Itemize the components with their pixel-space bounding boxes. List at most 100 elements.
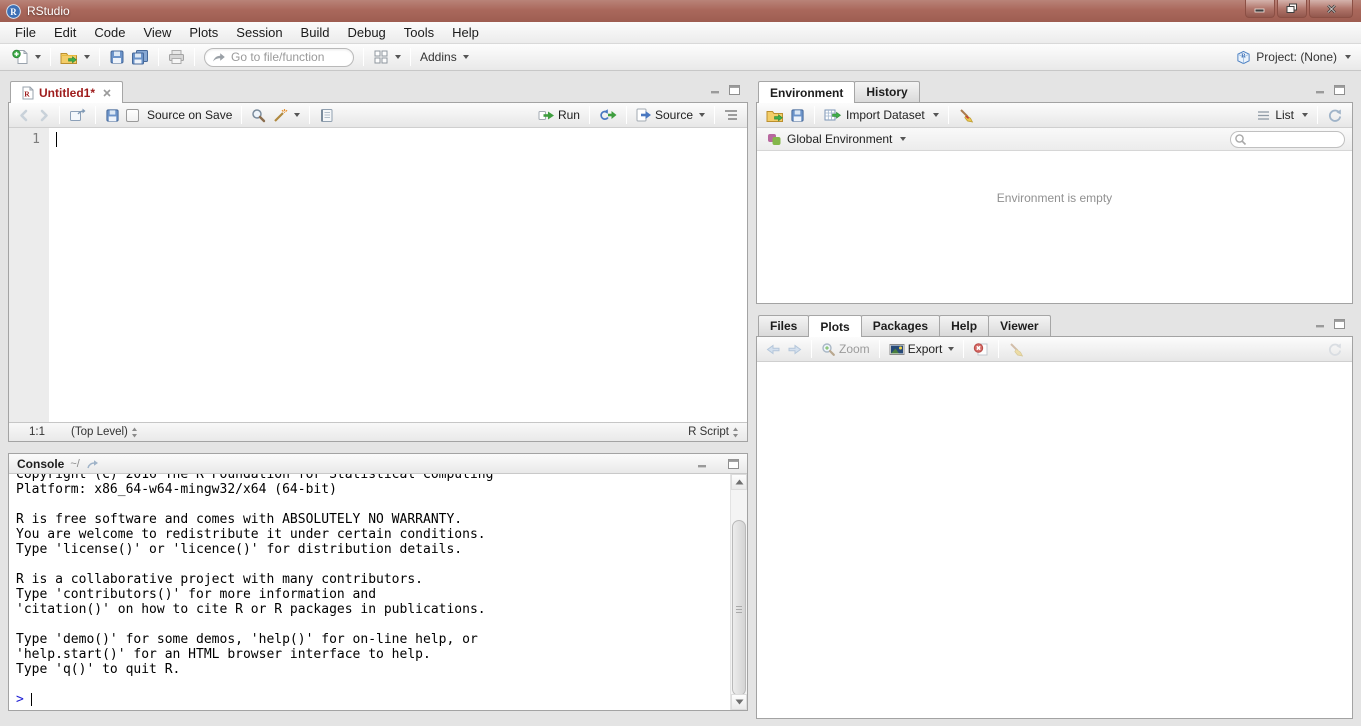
grid-icon: [373, 49, 389, 65]
minimize-pane-icon[interactable]: [697, 459, 708, 469]
minimize-pane-icon[interactable]: [710, 85, 721, 95]
scroll-down-button[interactable]: [731, 694, 747, 710]
close-button[interactable]: [1309, 0, 1353, 18]
environment-search-input[interactable]: [1230, 131, 1345, 148]
project-selector[interactable]: R Project: (None): [1236, 50, 1351, 65]
remove-plot-button[interactable]: [970, 340, 992, 358]
console-output-area[interactable]: Copyright (C) 2016 The R Foundation for …: [9, 474, 747, 710]
toolbar-separator: [363, 48, 364, 66]
menu-item[interactable]: Debug: [338, 22, 394, 44]
zoom-plot-button[interactable]: Zoom: [818, 340, 873, 359]
menu-item[interactable]: Edit: [45, 22, 85, 44]
run-icon: [538, 109, 555, 122]
import-dataset-label: Import Dataset: [846, 108, 925, 122]
load-workspace-button[interactable]: [763, 106, 787, 125]
tab-viewer[interactable]: Viewer: [988, 315, 1050, 336]
back-button[interactable]: [15, 107, 34, 124]
environment-pane: Environment History: [756, 80, 1353, 304]
menu-item[interactable]: Tools: [395, 22, 443, 44]
maximize-pane-icon[interactable]: [729, 85, 740, 95]
code-tools-button[interactable]: [269, 106, 303, 125]
title-bar[interactable]: R RStudio: [0, 0, 1361, 22]
console-header: Console ~/: [9, 454, 747, 474]
chevron-down-icon: [900, 137, 906, 141]
toolbar-separator: [998, 340, 999, 358]
tab-plots[interactable]: Plots: [808, 315, 861, 337]
clear-plots-button[interactable]: [1005, 340, 1027, 359]
menu-item[interactable]: File: [6, 22, 45, 44]
run-button[interactable]: Run: [535, 106, 583, 124]
refresh-plots-button[interactable]: [1324, 340, 1346, 359]
toolbar-separator: [59, 106, 60, 124]
close-tab-icon[interactable]: [103, 89, 111, 97]
find-replace-button[interactable]: [248, 106, 269, 125]
save-all-button[interactable]: [128, 47, 152, 67]
refresh-button[interactable]: [1324, 106, 1346, 125]
import-dataset-button[interactable]: Import Dataset: [821, 106, 942, 124]
tab-help[interactable]: Help: [939, 315, 989, 336]
save-button[interactable]: [106, 47, 128, 67]
goto-file-input[interactable]: [204, 48, 354, 67]
save-source-button[interactable]: [102, 106, 123, 125]
scope-selector[interactable]: (Top Level): [71, 426, 138, 438]
menu-item[interactable]: Build: [292, 22, 339, 44]
environment-scope-row: Global Environment: [757, 128, 1352, 151]
maximize-pane-icon[interactable]: [728, 459, 739, 469]
compile-report-button[interactable]: [316, 106, 337, 125]
print-button[interactable]: [165, 47, 188, 67]
minimize-pane-icon[interactable]: [1315, 319, 1326, 329]
console-prompt: >: [16, 692, 24, 707]
source-on-save-toggle[interactable]: Source on Save: [123, 106, 235, 124]
rerun-button[interactable]: [596, 106, 620, 124]
toolbar-separator: [814, 106, 815, 124]
source-pane: R Untitled1*: [8, 80, 748, 442]
tab-history[interactable]: History: [854, 81, 919, 102]
editor-cursor: [56, 132, 57, 147]
tab-untitled1[interactable]: R Untitled1*: [10, 81, 123, 103]
maximize-pane-icon[interactable]: [1334, 319, 1345, 329]
plots-pane-body: Zoom Export: [756, 336, 1353, 719]
console-scrollbar[interactable]: [730, 474, 747, 710]
menu-item[interactable]: Session: [227, 22, 291, 44]
svg-text:R: R: [1242, 53, 1247, 59]
scrollbar-thumb[interactable]: [732, 520, 746, 696]
maximize-pane-icon[interactable]: [1334, 85, 1345, 95]
document-outline-button[interactable]: [721, 107, 741, 123]
environment-toolbar: Import Dataset List: [757, 103, 1352, 128]
list-view-button[interactable]: List: [1254, 106, 1311, 124]
zoom-icon: [821, 342, 836, 357]
minimize-button[interactable]: [1245, 0, 1275, 18]
scroll-up-button[interactable]: [731, 474, 747, 490]
environment-scope-selector[interactable]: Global Environment: [764, 130, 909, 148]
project-cube-icon: R: [1236, 50, 1251, 65]
pane-layout-button[interactable]: [370, 47, 404, 67]
popout-arrow-icon[interactable]: [86, 458, 101, 470]
tab-environment[interactable]: Environment: [758, 81, 855, 103]
save-workspace-button[interactable]: [787, 106, 808, 125]
source-on-save-checkbox[interactable]: [126, 109, 139, 122]
editor-content[interactable]: [49, 128, 747, 422]
console-prompt-line[interactable]: >: [16, 692, 729, 707]
source-button[interactable]: Source: [633, 106, 708, 124]
popout-button[interactable]: [66, 106, 89, 124]
minimize-pane-icon[interactable]: [1315, 85, 1326, 95]
addins-button[interactable]: Addins: [417, 48, 472, 66]
clear-environment-button[interactable]: [955, 106, 977, 125]
menu-item[interactable]: View: [134, 22, 180, 44]
restore-button[interactable]: [1277, 0, 1307, 18]
new-file-button[interactable]: [9, 47, 44, 67]
menu-item[interactable]: Code: [85, 22, 134, 44]
export-plot-button[interactable]: Export: [886, 340, 958, 358]
forward-button[interactable]: [34, 107, 53, 124]
previous-plot-button[interactable]: [763, 341, 784, 358]
chevron-down-icon: [35, 55, 41, 59]
menu-item[interactable]: Help: [443, 22, 488, 44]
code-editor[interactable]: 1: [9, 128, 747, 422]
tab-files[interactable]: Files: [758, 315, 809, 336]
open-file-button[interactable]: [57, 48, 93, 67]
file-type-selector[interactable]: R Script: [688, 426, 739, 438]
next-plot-button[interactable]: [784, 341, 805, 358]
toolbar-separator: [241, 106, 242, 124]
tab-packages[interactable]: Packages: [861, 315, 940, 336]
menu-item[interactable]: Plots: [180, 22, 227, 44]
